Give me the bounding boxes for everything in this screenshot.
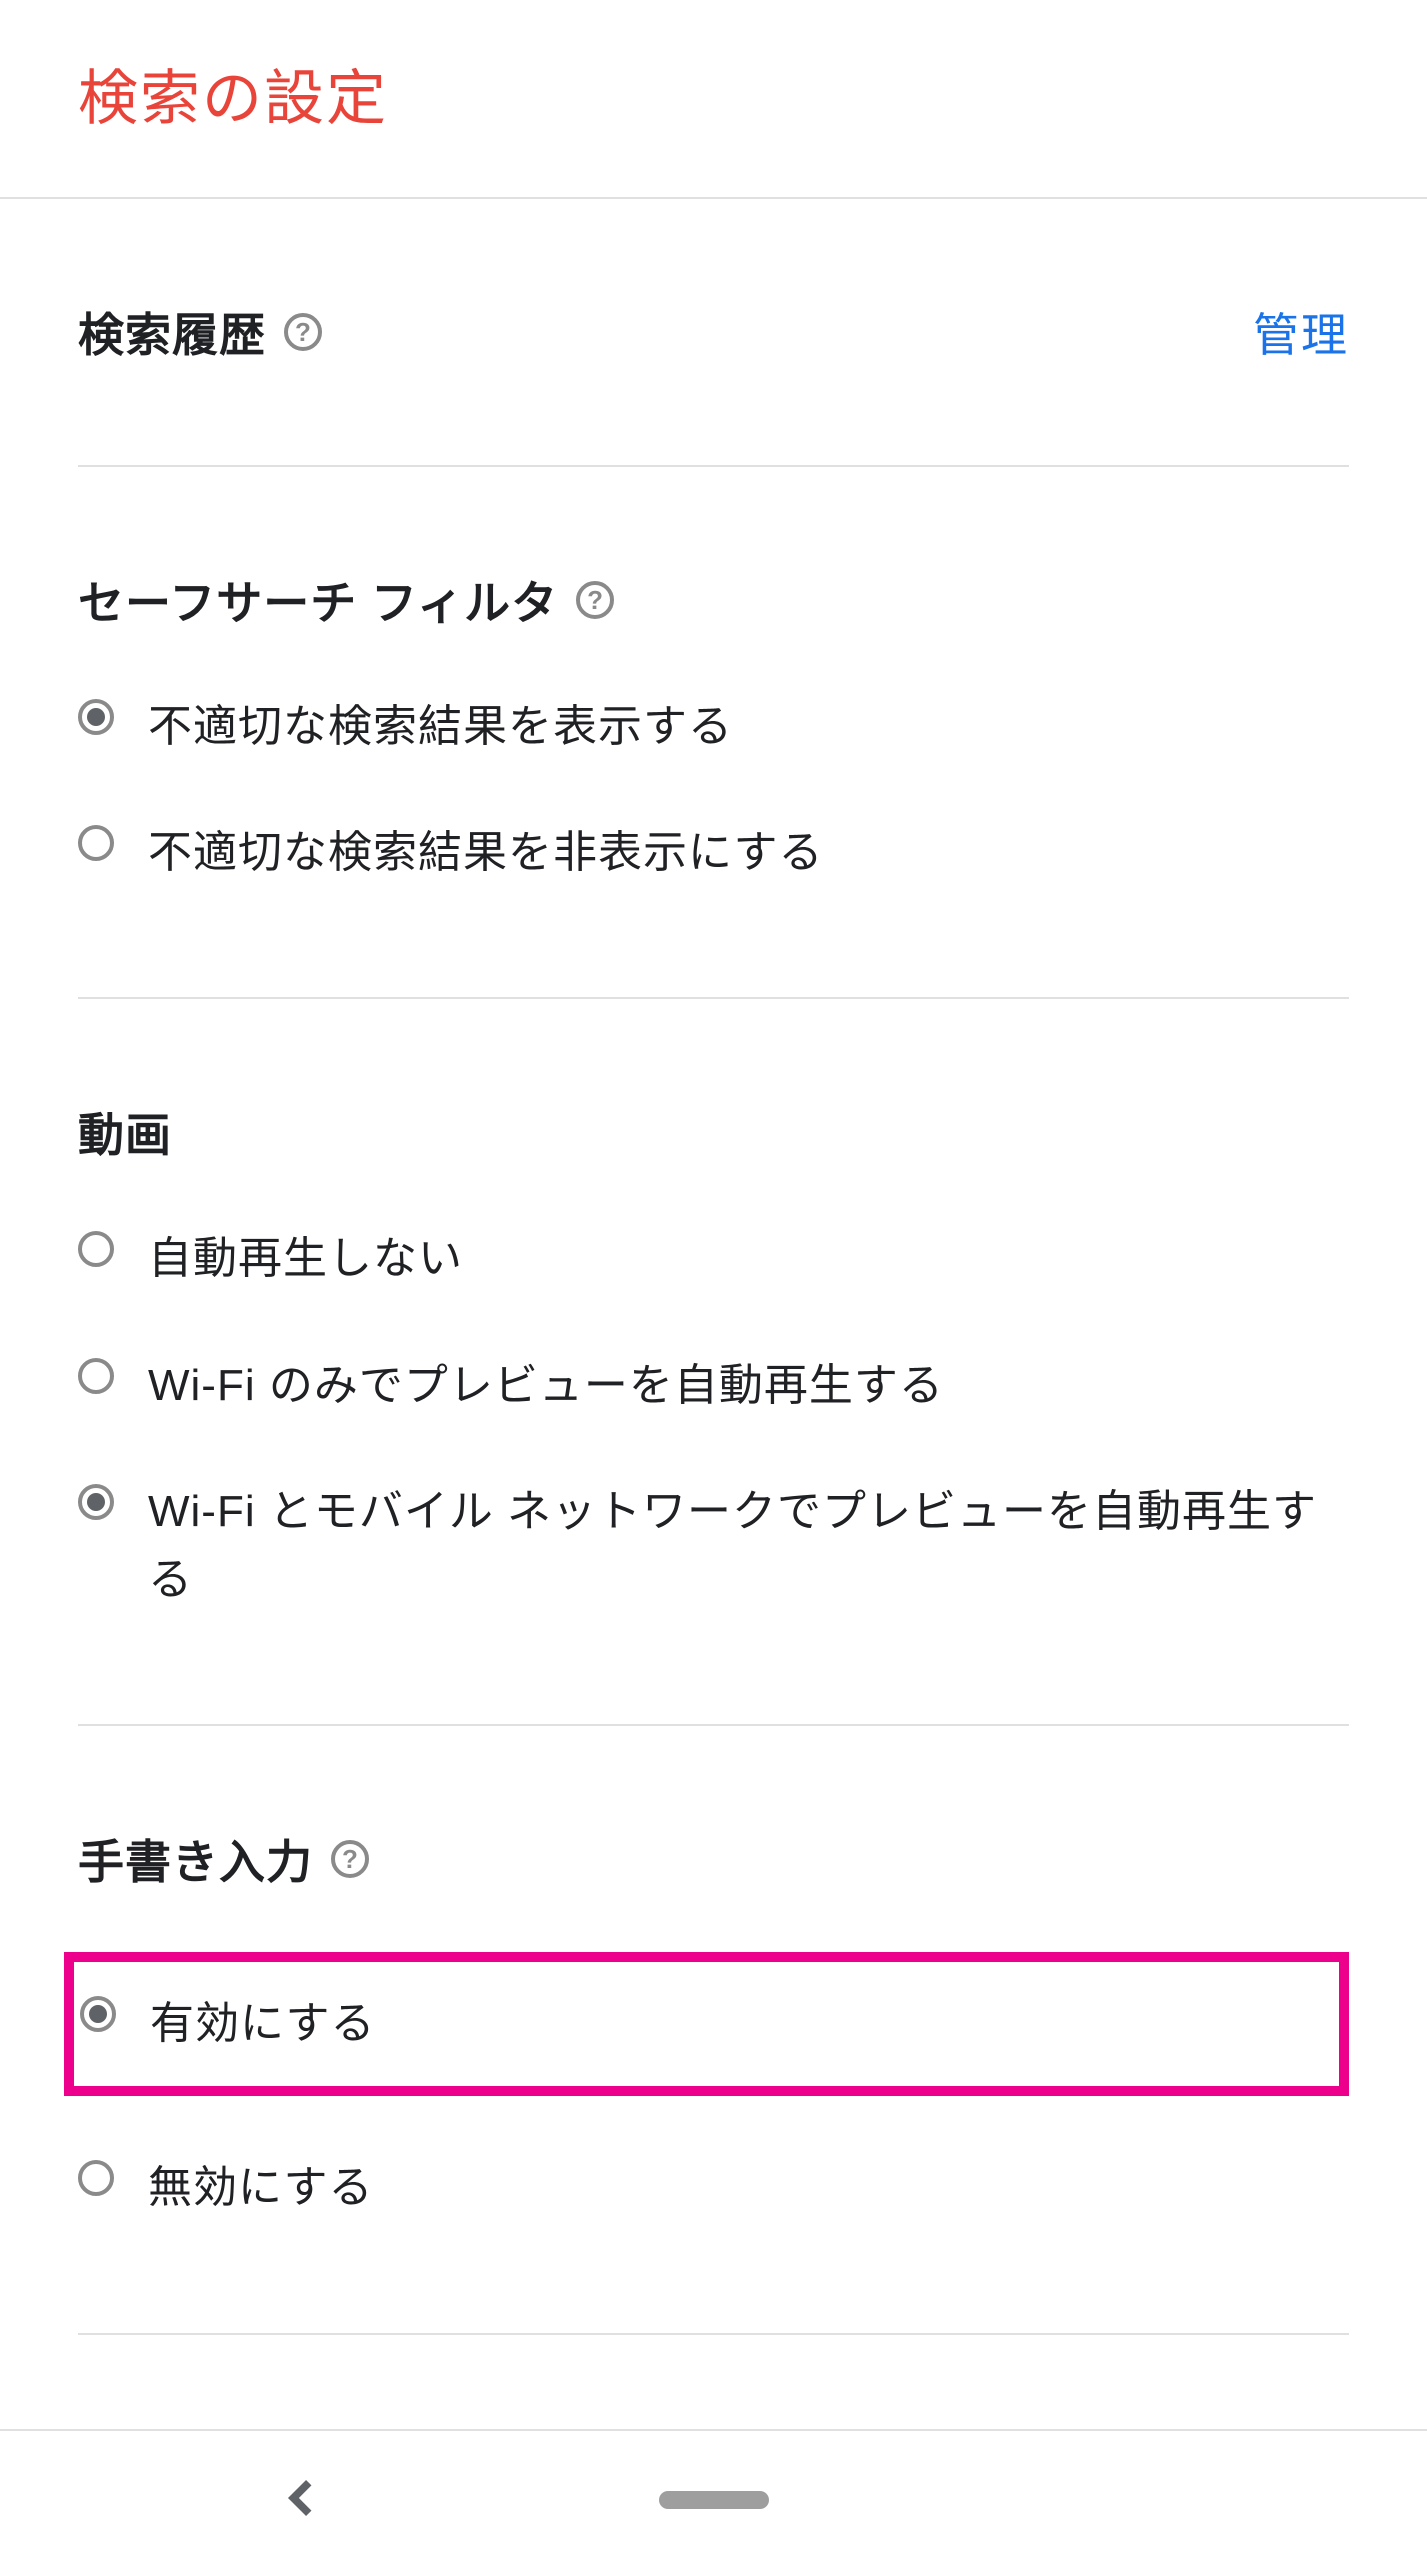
radio-label: Wi-Fi のみでプレビューを自動再生する — [148, 1352, 944, 1420]
radio-icon — [78, 1484, 114, 1520]
radio-handwriting-enable[interactable]: 有効にする — [80, 1990, 375, 2058]
radio-handwriting-disable[interactable]: 無効にする — [78, 2154, 1349, 2222]
radio-video-both[interactable]: Wi-Fi とモバイル ネットワークでプレビューを自動再生する — [78, 1478, 1349, 1614]
radio-icon — [78, 1358, 114, 1394]
nav-bar — [0, 2429, 1427, 2569]
radio-icon — [78, 2160, 114, 2196]
radio-icon — [78, 699, 114, 735]
section-handwriting-title: 手書き入力 — [78, 1826, 313, 1892]
radio-safesearch-hide[interactable]: 不適切な検索結果を非表示にする — [78, 819, 1349, 887]
section-safesearch: セーフサーチ フィルタ ? 不適切な検索結果を表示する 不適切な検索結果を非表示… — [78, 467, 1349, 999]
radio-label: 不適切な検索結果を非表示にする — [148, 819, 823, 887]
radio-video-wifi[interactable]: Wi-Fi のみでプレビューを自動再生する — [78, 1352, 1349, 1420]
radio-label: 不適切な検索結果を表示する — [148, 693, 733, 761]
back-button[interactable] — [280, 2475, 326, 2526]
section-video: 動画 自動再生しない Wi-Fi のみでプレビューを自動再生する Wi-Fi と… — [78, 999, 1349, 1726]
radio-video-noauto[interactable]: 自動再生しない — [78, 1225, 1349, 1293]
radio-label: 無効にする — [148, 2154, 373, 2222]
section-history-title: 検索履歴 — [78, 299, 266, 365]
help-icon[interactable]: ? — [284, 313, 322, 351]
section-history: 検索履歴 ? 管理 — [78, 199, 1349, 467]
help-icon[interactable]: ? — [331, 1840, 369, 1878]
radio-icon — [80, 1996, 116, 2032]
radio-icon — [78, 825, 114, 861]
section-video-title: 動画 — [78, 1099, 172, 1165]
highlight-annotation: 有効にする — [64, 1952, 1349, 2096]
radio-label: 自動再生しない — [148, 1225, 463, 1293]
radio-label: 有効にする — [150, 1990, 375, 2058]
radio-icon — [78, 1231, 114, 1267]
home-indicator[interactable] — [659, 2491, 769, 2509]
chevron-left-icon — [280, 2475, 326, 2521]
help-icon[interactable]: ? — [576, 581, 614, 619]
section-private: プライベート検索結果 ? プライベート検索結果を使用する — [78, 2335, 1349, 2430]
radio-label: Wi-Fi とモバイル ネットワークでプレビューを自動再生する — [148, 1478, 1349, 1614]
page-title: 検索の設定 — [78, 50, 1349, 137]
manage-link[interactable]: 管理 — [1253, 299, 1349, 365]
section-safesearch-title: セーフサーチ フィルタ — [78, 567, 558, 633]
section-handwriting: 手書き入力 ? 有効にする 無効にする — [78, 1726, 1349, 2334]
header: 検索の設定 — [0, 0, 1427, 199]
radio-safesearch-show[interactable]: 不適切な検索結果を表示する — [78, 693, 1349, 761]
